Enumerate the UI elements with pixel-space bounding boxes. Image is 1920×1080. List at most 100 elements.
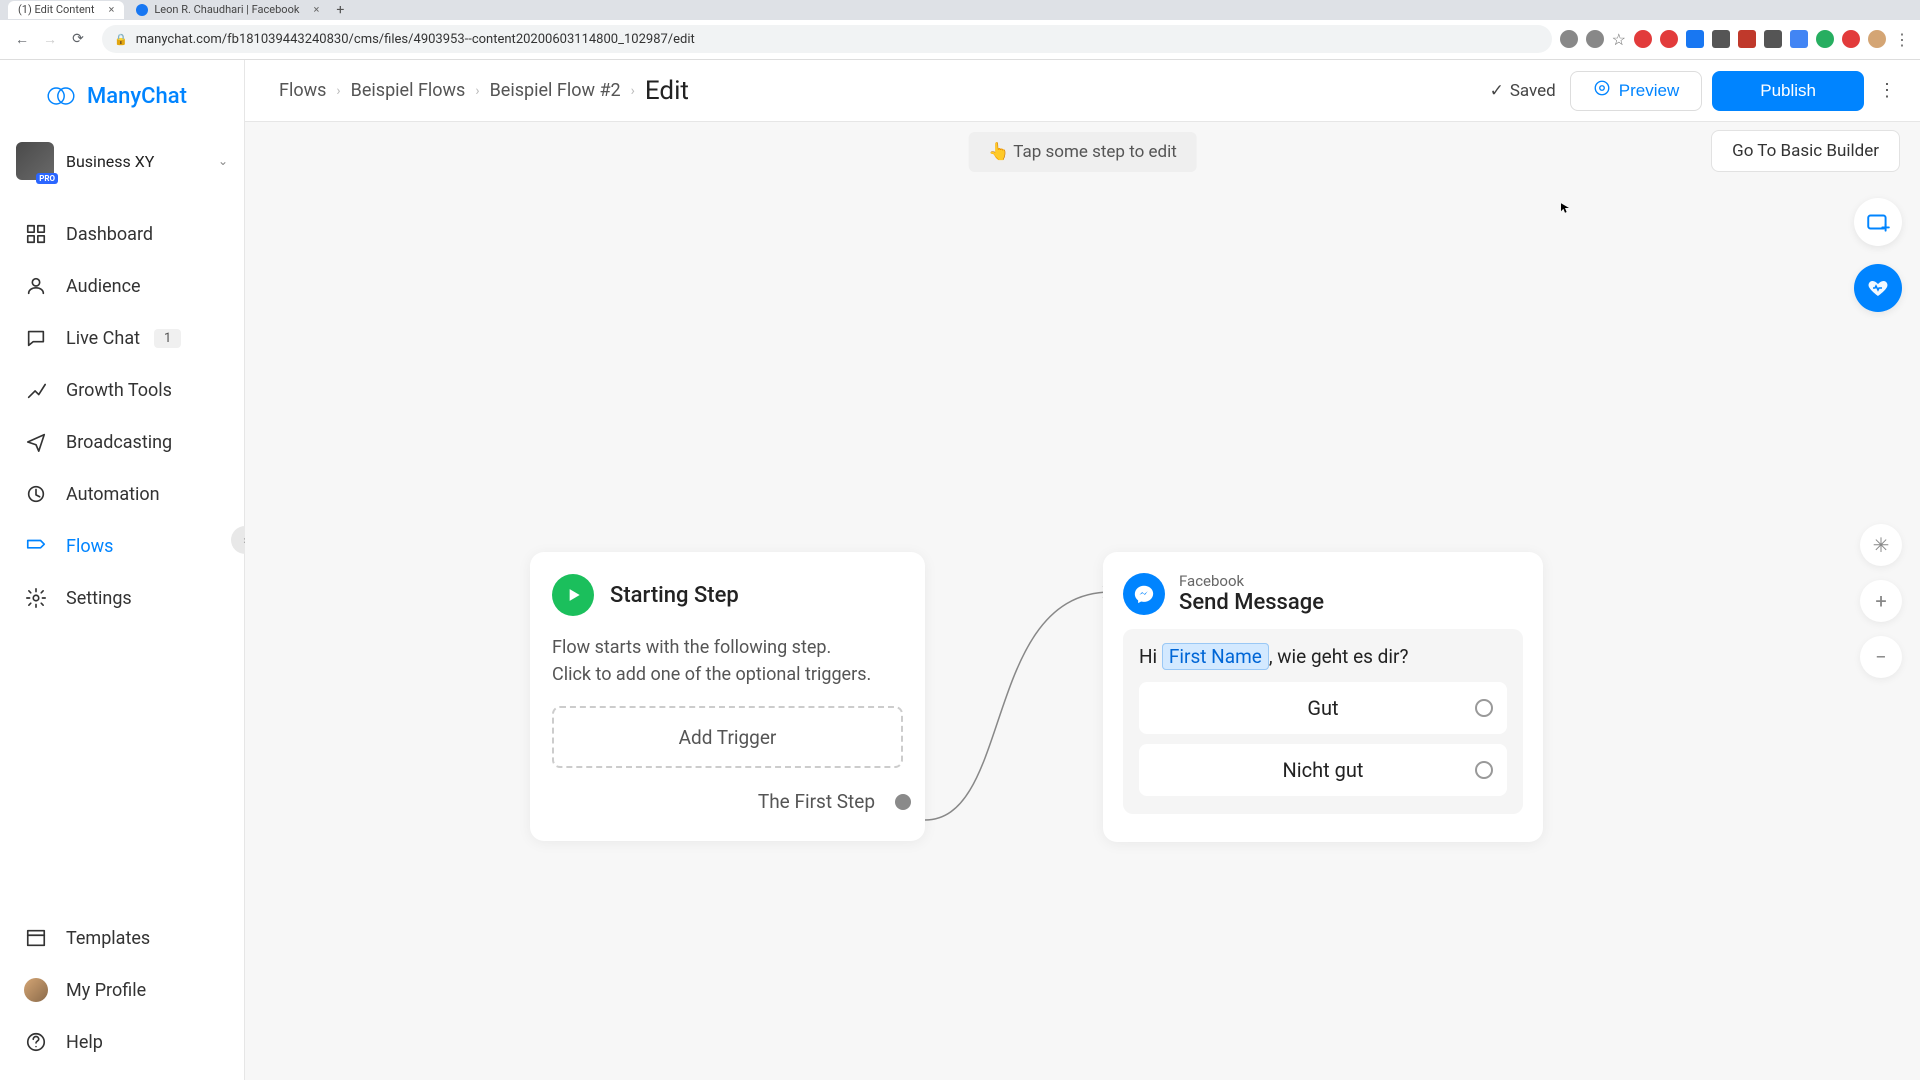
avatar-icon[interactable] <box>1868 30 1886 48</box>
facebook-icon <box>136 4 148 16</box>
output-port[interactable] <box>1475 699 1493 717</box>
sidebar-item-livechat[interactable]: Live Chat 1 <box>0 312 244 364</box>
extension-icon[interactable] <box>1790 30 1808 48</box>
star-icon[interactable]: ☆ <box>1612 30 1626 49</box>
sidebar-item-audience[interactable]: Audience <box>0 260 244 312</box>
sidebar-item-label: Broadcasting <box>66 432 172 453</box>
url-field[interactable]: 🔒 manychat.com/fb181039443240830/cms/fil… <box>102 25 1552 53</box>
gear-icon <box>24 586 48 610</box>
zoom-out-button[interactable]: − <box>1860 636 1902 678</box>
quick-reply-button[interactable]: Nicht gut <box>1139 744 1507 796</box>
sidebar: ManyChat PRO Business XY ⌄ Dashboard Aud… <box>0 60 245 1080</box>
more-menu-button[interactable]: ⋮ <box>1872 71 1902 111</box>
automation-icon <box>24 482 48 506</box>
workspace-selector[interactable]: PRO Business XY ⌄ <box>0 132 244 198</box>
saved-indicator: ✓ Saved <box>1490 81 1556 101</box>
zoom-icon[interactable] <box>1586 30 1604 48</box>
growth-icon <box>24 378 48 402</box>
quick-reply-button[interactable]: Gut <box>1139 682 1507 734</box>
dashboard-icon <box>24 222 48 246</box>
sidebar-item-flows[interactable]: Flows <box>0 520 244 572</box>
quick-reply-label: Gut <box>1307 696 1338 720</box>
preview-icon <box>1593 79 1611 102</box>
new-tab-button[interactable]: + <box>331 1 349 19</box>
send-message-node[interactable]: Facebook Send Message Hi First Name, wie… <box>1103 552 1543 842</box>
zoom-in-button[interactable]: + <box>1860 580 1902 622</box>
sidebar-item-growth[interactable]: Growth Tools <box>0 364 244 416</box>
workspace-avatar: PRO <box>16 142 54 180</box>
forward-button[interactable]: → <box>38 27 62 51</box>
basic-builder-button[interactable]: Go To Basic Builder <box>1711 130 1900 172</box>
message-content[interactable]: Hi First Name, wie geht es dir? Gut Nich… <box>1123 629 1523 814</box>
sidebar-item-settings[interactable]: Settings <box>0 572 244 624</box>
quick-reply-label: Nicht gut <box>1283 758 1364 782</box>
browser-tab[interactable]: Leon R. Chaudhari | Facebook × <box>126 1 329 19</box>
starting-step-node[interactable]: Starting Step Flow starts with the follo… <box>530 552 925 841</box>
sidebar-item-label: Settings <box>66 588 132 609</box>
message-text: Hi First Name, wie geht es dir? <box>1139 645 1507 668</box>
fit-view-button[interactable]: ✳ <box>1860 524 1902 566</box>
first-step-label[interactable]: The First Step <box>552 790 903 813</box>
audience-icon <box>24 274 48 298</box>
minus-icon: − <box>1875 645 1886 669</box>
nav-main: Dashboard Audience Live Chat 1 Growth To… <box>0 198 244 912</box>
messenger-icon <box>1123 573 1165 615</box>
sidebar-item-myprofile[interactable]: My Profile <box>0 964 244 1016</box>
translate-icon[interactable] <box>1560 30 1578 48</box>
workspace-name: Business XY <box>66 152 218 171</box>
close-icon[interactable]: × <box>313 3 319 16</box>
browser-chrome: (1) Edit Content × Leon R. Chaudhari | F… <box>0 0 1920 60</box>
crumb-flow[interactable]: Beispiel Flow #2 <box>490 80 621 101</box>
crumb-flows[interactable]: Flows <box>279 80 326 101</box>
logo[interactable]: ManyChat <box>0 60 244 132</box>
saved-label: Saved <box>1510 81 1556 101</box>
preview-button[interactable]: Preview <box>1570 71 1702 111</box>
sidebar-item-label: Audience <box>66 276 141 297</box>
sidebar-item-dashboard[interactable]: Dashboard <box>0 208 244 260</box>
extension-icon[interactable] <box>1686 30 1704 48</box>
sidebar-item-label: Live Chat <box>66 328 140 349</box>
breadcrumb: Flows › Beispiel Flows › Beispiel Flow #… <box>279 76 689 106</box>
tab-strip: (1) Edit Content × Leon R. Chaudhari | F… <box>0 0 1920 20</box>
browser-tab[interactable]: (1) Edit Content × <box>8 1 124 19</box>
tab-title: (1) Edit Content <box>18 3 94 16</box>
extension-icon[interactable] <box>1712 30 1730 48</box>
canvas-hint: 👆 Tap some step to edit <box>968 132 1197 172</box>
sidebar-item-broadcasting[interactable]: Broadcasting <box>0 416 244 468</box>
add-card-button[interactable] <box>1854 198 1902 246</box>
heart-pulse-icon <box>1866 276 1890 300</box>
publish-label: Publish <box>1760 81 1816 101</box>
output-port[interactable] <box>895 794 911 810</box>
chevron-right-icon: › <box>475 83 479 99</box>
chevron-down-icon: ⌄ <box>218 154 228 168</box>
sidebar-item-automation[interactable]: Automation <box>0 468 244 520</box>
plus-icon: + <box>1875 589 1886 613</box>
app-root: ManyChat PRO Business XY ⌄ Dashboard Aud… <box>0 60 1920 1080</box>
extension-icon[interactable] <box>1842 30 1860 48</box>
node-platform: Facebook <box>1179 572 1324 590</box>
reload-button[interactable]: ⟳ <box>66 27 90 51</box>
back-button[interactable]: ← <box>10 27 34 51</box>
extension-icon[interactable] <box>1764 30 1782 48</box>
crumb-folder[interactable]: Beispiel Flows <box>351 80 466 101</box>
extension-icon[interactable] <box>1634 30 1652 48</box>
card-plus-icon <box>1865 209 1891 235</box>
flow-canvas[interactable]: 👆 Tap some step to edit Go To Basic Buil… <box>245 122 1920 1080</box>
extension-icon[interactable] <box>1816 30 1834 48</box>
sidebar-item-label: Flows <box>66 536 113 557</box>
extension-icon[interactable] <box>1660 30 1678 48</box>
extension-icon[interactable] <box>1738 30 1756 48</box>
health-button[interactable] <box>1854 264 1902 312</box>
sidebar-item-help[interactable]: Help <box>0 1016 244 1068</box>
variable-chip: First Name <box>1162 643 1269 670</box>
output-port[interactable] <box>1475 761 1493 779</box>
menu-icon[interactable]: ⋮ <box>1894 30 1910 49</box>
close-icon[interactable]: × <box>108 3 114 16</box>
publish-button[interactable]: Publish <box>1712 71 1864 111</box>
manychat-icon <box>45 80 77 112</box>
extension-icons: ☆ ⋮ <box>1560 30 1910 49</box>
fit-icon: ✳ <box>1873 533 1890 557</box>
add-trigger-button[interactable]: Add Trigger <box>552 706 903 768</box>
sidebar-item-templates[interactable]: Templates <box>0 912 244 964</box>
preview-label: Preview <box>1619 81 1679 101</box>
